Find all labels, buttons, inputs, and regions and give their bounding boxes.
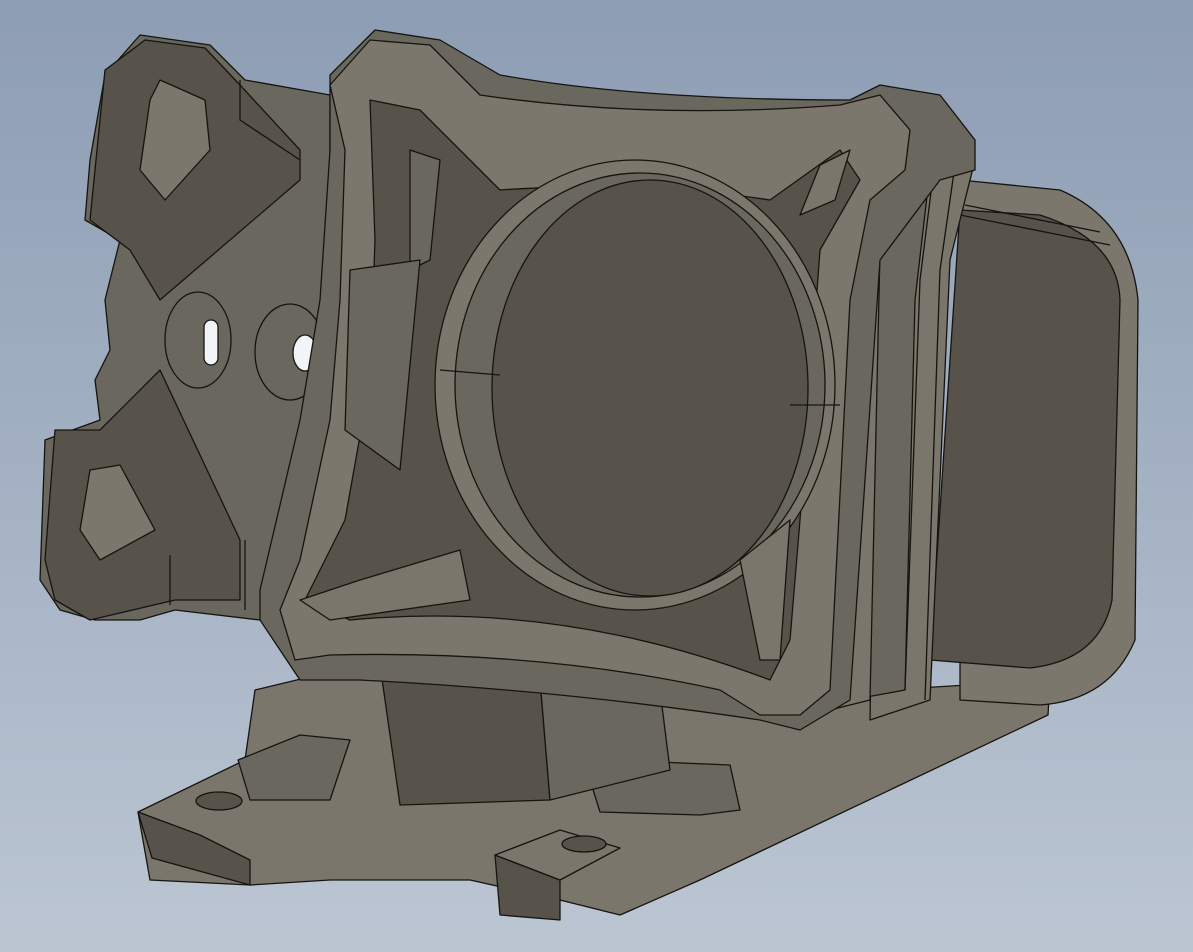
cad-viewport[interactable] [0, 0, 1193, 952]
mount-hole-right [561, 835, 607, 853]
wing-slot [164, 291, 232, 389]
part-render [39, 29, 1139, 921]
mount-hole-left [195, 791, 243, 811]
rear-pod [929, 179, 1139, 706]
